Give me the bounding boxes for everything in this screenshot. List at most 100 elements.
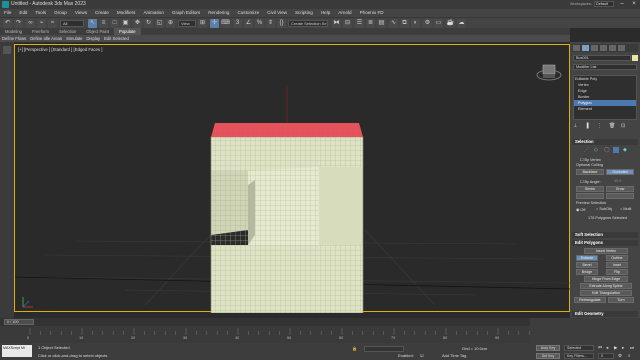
percent-snap-icon[interactable]: %	[255, 19, 264, 28]
viewcube-icon[interactable]	[536, 64, 562, 81]
outline-button[interactable]: Outline	[606, 255, 628, 261]
turn-button[interactable]: Turn	[608, 297, 634, 303]
next-frame-icon[interactable]: ▸	[622, 345, 624, 351]
time-slider-thumb[interactable]: 0 / 100	[4, 319, 34, 325]
selected-top-polygons[interactable]	[211, 123, 363, 137]
border-mode-icon[interactable]: ◯	[604, 147, 610, 153]
rotate-icon[interactable]: ↻	[144, 19, 153, 28]
create-tab-icon[interactable]	[573, 45, 580, 51]
pin-stack-icon[interactable]: ⊥	[573, 123, 577, 129]
zoom-extents-icon[interactable]: ⌕	[628, 353, 631, 358]
angle-snap-icon[interactable]: ∠	[244, 19, 253, 28]
show-end-result-icon[interactable]: ▐	[585, 123, 589, 129]
modifier-stack[interactable]: Editable Poly Vertex Edge Border Polygon Elem…	[573, 75, 637, 120]
ribbon-define-flows-button[interactable]: Define Flows	[0, 35, 28, 42]
window-crossing-icon[interactable]: ▣	[121, 19, 130, 28]
menu-item-civil-view[interactable]: Civil View	[263, 9, 291, 17]
schematic-view-icon[interactable]: ⧉	[400, 19, 409, 28]
rendered-frame-window-icon[interactable]: ▭	[434, 19, 443, 28]
go-to-end-icon[interactable]: ⏭	[630, 345, 634, 350]
undo-icon[interactable]: ↶	[3, 19, 12, 28]
select-by-name-icon[interactable]: ≡	[99, 19, 108, 28]
flip-button[interactable]: Flip	[606, 269, 628, 275]
angle-value[interactable]: 45.0	[614, 179, 621, 183]
ribbon-tab-object-paint[interactable]: Object Paint	[81, 28, 114, 35]
utilities-tab-icon[interactable]	[618, 45, 625, 51]
modifier-list-dropdown[interactable]: Modifier List	[573, 64, 637, 70]
menu-item-phoenix-fd[interactable]: Phoenix FD	[356, 9, 388, 17]
edit-named-selection-icon[interactable]: {}	[277, 19, 286, 28]
menu-item-animation[interactable]: Animation	[139, 9, 167, 17]
time-configuration-icon[interactable]: ⚙	[618, 353, 622, 359]
render-production-icon[interactable]: ☕	[446, 19, 455, 28]
menu-item-help[interactable]: Help	[317, 9, 334, 17]
ribbon-tab-freeform[interactable]: Freeform	[27, 28, 54, 35]
viewport-canvas[interactable]	[15, 45, 571, 313]
unlink-icon[interactable]: ⌁	[37, 19, 46, 28]
edit-geometry-rollout-header[interactable]: Edit Geometry	[572, 311, 638, 317]
soft-selection-rollout-header[interactable]: Soft Selection	[572, 232, 638, 238]
menu-item-tools[interactable]: Tools	[31, 9, 50, 17]
menu-item-modifiers[interactable]: Modifiers	[113, 9, 140, 17]
go-to-start-icon[interactable]: ⏮	[598, 345, 602, 350]
play-icon[interactable]: ▶	[614, 345, 617, 351]
menu-item-rendering[interactable]: Rendering	[204, 9, 233, 17]
maxscript-listener[interactable]: MAXScript Mi	[2, 345, 32, 357]
menu-item-edit[interactable]: Edit	[15, 9, 31, 17]
ribbon-define-idle-areas-button[interactable]: Define Idle Areas	[28, 35, 64, 42]
menu-item-arnold[interactable]: Arnold	[334, 9, 355, 17]
move-icon[interactable]: ✥	[133, 19, 142, 28]
selection-filter-dropdown[interactable]: All	[60, 20, 84, 27]
material-editor-icon[interactable]: ◐	[411, 19, 420, 28]
preview-multi-radio[interactable]: ○ Multi	[620, 207, 631, 211]
graphite-ribbon-icon[interactable]: ▤	[377, 19, 386, 28]
bind-space-warp-icon[interactable]: ≈	[48, 19, 57, 28]
ribbon-simulate-button[interactable]: Simulate	[64, 35, 84, 42]
menu-item-group[interactable]: Group	[50, 9, 71, 17]
key-filters-button[interactable]: Key Filters...	[564, 353, 594, 359]
set-key-button[interactable]: Set Key	[536, 353, 560, 359]
viewport-label[interactable]: [+] [Perspective ] [Standard ] [Edged Fa…	[18, 47, 102, 52]
menu-item-create[interactable]: Create	[91, 9, 113, 17]
armchair-mesh[interactable]	[210, 136, 364, 313]
render-in-cloud-icon[interactable]: ☁	[457, 19, 466, 28]
align-icon[interactable]: ⊟	[343, 19, 352, 28]
preview-subobj-radio[interactable]: ○ SubObj	[596, 207, 612, 211]
bridge-button[interactable]: Bridge	[576, 269, 598, 275]
ribbon-tab-populate[interactable]: Populate	[114, 28, 141, 35]
modify-tab-icon[interactable]	[582, 45, 589, 51]
minimize-icon[interactable]: –	[616, 0, 628, 9]
bevel-button[interactable]: Bevel	[576, 262, 598, 268]
curve-editor-icon[interactable]: ∿	[389, 19, 398, 28]
placement-icon[interactable]: ⊕	[166, 19, 175, 28]
keyboard-shortcut-icon[interactable]: ⌨	[221, 19, 230, 28]
select-object-icon[interactable]: ↖	[88, 19, 97, 28]
render-setup-icon[interactable]: ⚙	[423, 19, 432, 28]
ribbon-tab-modeling[interactable]: Modeling	[0, 28, 27, 35]
perspective-viewport[interactable]: [+] [Perspective ] [Standard ] [Edged Fa…	[14, 44, 571, 313]
grow-button[interactable]: Grow	[606, 186, 634, 192]
menu-item-scripting[interactable]: Scripting	[291, 9, 317, 17]
workspace-dropdown[interactable]: Default	[594, 1, 614, 7]
by-angle-checkbox[interactable]: ☐ By Angle:	[580, 179, 601, 184]
toggle-scene-explorer-icon[interactable]: ☰	[355, 19, 364, 28]
edge-mode-icon[interactable]: ◇	[594, 147, 598, 153]
menu-item-views[interactable]: Views	[71, 9, 91, 17]
make-unique-icon[interactable]: ⋮	[597, 123, 602, 129]
vertex-mode-icon[interactable]: ⋰	[584, 147, 589, 153]
auto-key-set-dropdown[interactable]: Selected	[564, 345, 594, 351]
shrink-button[interactable]: Shrink	[576, 186, 604, 192]
menu-item-graph-editors[interactable]: Graph Editors	[168, 9, 204, 17]
object-name-field[interactable]: Box001	[573, 55, 631, 61]
menu-item-customize[interactable]: Customize	[233, 9, 263, 17]
link-icon[interactable]: ∞	[26, 19, 35, 28]
preview-off-radio[interactable]: ◉ Off	[576, 207, 585, 212]
loop-button[interactable]	[606, 193, 634, 199]
spinner-snap-icon[interactable]: ⇕	[266, 19, 275, 28]
ring-button[interactable]	[576, 193, 604, 199]
ribbon-tab-selection[interactable]: Selection	[54, 28, 81, 35]
edit-polygons-rollout-header[interactable]: Edit Polygons	[572, 240, 638, 246]
selection-rollout-header[interactable]: Selection	[572, 139, 638, 145]
edit-triangulation-button[interactable]: Edit Triangulation	[580, 290, 632, 296]
auto-key-button[interactable]: Auto Key	[536, 345, 560, 351]
